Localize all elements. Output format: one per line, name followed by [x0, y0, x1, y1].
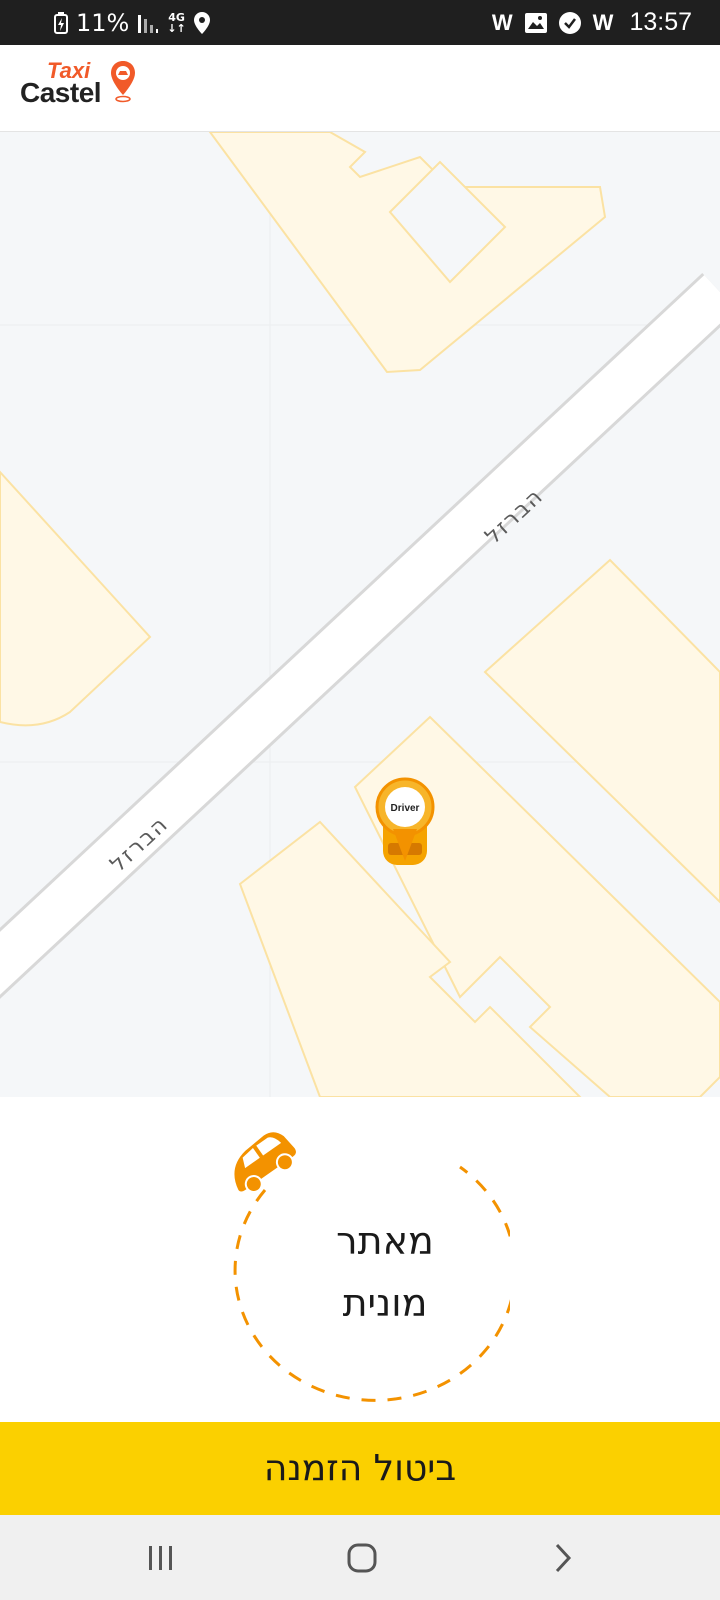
building: [0, 470, 152, 727]
home-button[interactable]: [312, 1515, 412, 1600]
back-button[interactable]: [513, 1515, 613, 1600]
driver-marker[interactable]: Driver: [373, 777, 437, 873]
signal-icon: [137, 13, 159, 33]
battery-percent: 11%: [76, 8, 130, 37]
system-nav-bar: [0, 1515, 720, 1600]
app-logo: Taxi Castel: [20, 57, 145, 117]
map-view[interactable]: הברזל הברזל Driver: [0, 132, 720, 1097]
searching-text: מאתר מונית: [290, 1210, 480, 1334]
status-bar: 11% 4G ↓↑ W W 13:57: [0, 0, 720, 45]
status-panel: מאתר מונית: [0, 1097, 720, 1422]
recent-apps-button[interactable]: [111, 1515, 211, 1600]
location-pin-icon: [111, 61, 135, 103]
cancel-order-button[interactable]: ביטול הזמנה: [0, 1422, 720, 1515]
network-type-icon: 4G ↓↑: [167, 10, 186, 35]
clock: 13:57: [629, 8, 692, 36]
searching-line-1: מאתר: [336, 1219, 434, 1263]
gallery-icon: [524, 12, 547, 33]
recent-apps-icon: [149, 1545, 172, 1570]
home-icon: [347, 1543, 377, 1572]
battery-icon: [54, 11, 68, 34]
building: [208, 132, 607, 374]
logo-castel-text: Castel: [20, 77, 102, 108]
map-canvas: [0, 132, 720, 1097]
w-icon: W: [592, 9, 614, 35]
driver-marker-label: Driver: [391, 803, 420, 814]
car-icon: [234, 1132, 296, 1194]
chevron-right-icon: [555, 1543, 572, 1572]
w-icon: W: [491, 9, 513, 35]
taxi-car-icon: Driver: [375, 777, 435, 865]
searching-indicator: מאתר מונית: [210, 1125, 517, 1405]
app-header: Taxi Castel: [0, 45, 720, 132]
location-icon: [193, 11, 210, 34]
searching-line-2: מונית: [342, 1281, 428, 1325]
check-circle-icon: [558, 11, 581, 34]
